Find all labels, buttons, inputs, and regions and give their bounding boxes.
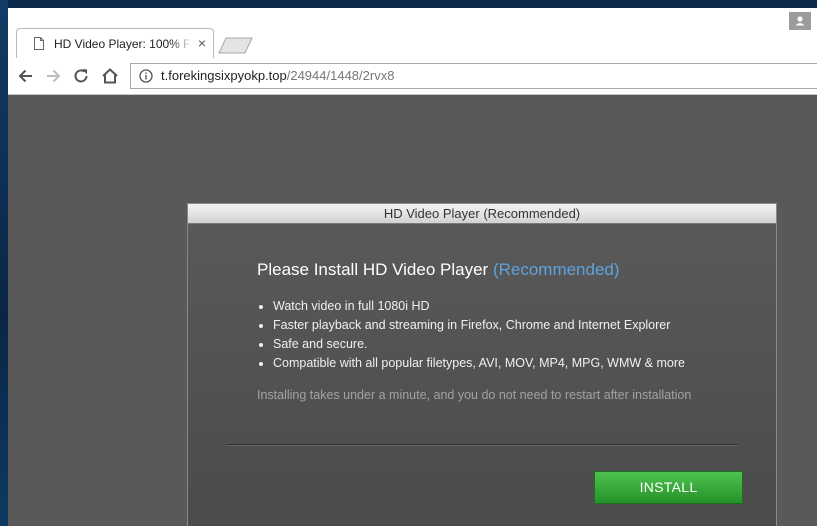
close-tab-icon[interactable]: ×	[195, 36, 209, 50]
tab-title: HD Video Player: 100% F	[54, 37, 191, 51]
feature-item: Watch video in full 1080i HD	[258, 297, 685, 316]
heading-text: Please Install HD Video Player	[257, 260, 489, 279]
address-bar[interactable]: t.forekingsixpyokp.top/24944/1448/2rvx8	[130, 63, 817, 89]
url-path: /24944/1448/2rvx8	[286, 68, 395, 83]
new-tab-button[interactable]	[218, 37, 254, 54]
feature-list: Watch video in full 1080i HD Faster play…	[258, 297, 685, 373]
home-icon[interactable]	[100, 66, 120, 86]
profile-button[interactable]	[789, 12, 811, 30]
url-host: t.forekingsixpyokp.top	[161, 68, 287, 83]
heading-recommended: (Recommended)	[492, 260, 620, 279]
feature-item: Faster playback and streaming in Firefox…	[258, 316, 685, 335]
install-note: Installing takes under a minute, and you…	[257, 388, 692, 402]
back-arrow-icon[interactable]	[16, 66, 36, 86]
divider	[228, 444, 738, 445]
install-button[interactable]: INSTALL	[594, 471, 743, 504]
browser-tab[interactable]: HD Video Player: 100% F ×	[16, 28, 214, 58]
document-icon	[34, 37, 44, 50]
install-dialog: HD Video Player (Recommended) Please Ins…	[187, 203, 777, 526]
dialog-heading: Please Install HD Video Player (Recommen…	[257, 260, 620, 280]
feature-item: Compatible with all popular filetypes, A…	[258, 354, 685, 373]
feature-item: Safe and secure.	[258, 335, 685, 354]
dialog-title: HD Video Player (Recommended)	[188, 204, 776, 224]
info-icon[interactable]	[139, 69, 153, 83]
browser-toolbar: t.forekingsixpyokp.top/24944/1448/2rvx8	[8, 58, 817, 95]
page-content: HD Video Player (Recommended) Please Ins…	[8, 95, 817, 526]
tab-strip: HD Video Player: 100% F ×	[8, 8, 817, 58]
forward-arrow-icon[interactable]	[43, 66, 63, 86]
reload-icon[interactable]	[71, 66, 91, 86]
browser-window: HD Video Player: 100% F × t.forekingsixp…	[8, 8, 817, 526]
person-icon	[795, 16, 805, 26]
desktop-background	[0, 0, 8, 526]
url-text: t.forekingsixpyokp.top/24944/1448/2rvx8	[161, 68, 394, 83]
